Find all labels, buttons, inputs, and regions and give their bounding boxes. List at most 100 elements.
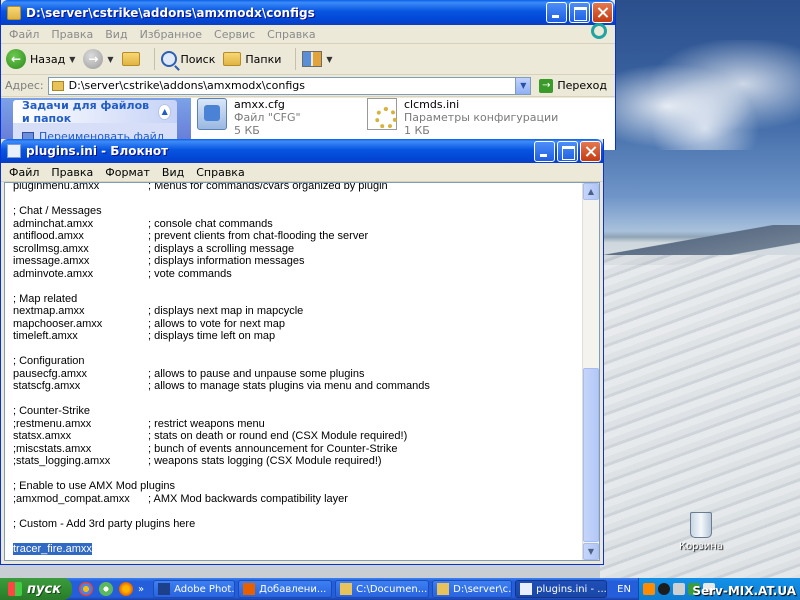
up-folder-button[interactable] [121,52,140,66]
start-button[interactable]: пуск [0,578,72,600]
menu-help[interactable]: Справка [261,28,321,41]
toolbar-separator [295,48,297,70]
folders-label: Папки [245,52,282,66]
folders-button[interactable]: Папки [223,52,281,66]
text-line: statscfg.amxx ; allows to manage stats pl… [13,380,583,393]
chevron-up-icon[interactable]: ▲ [158,103,171,120]
line-comment: ; allows to manage stats plugins via men… [148,380,430,392]
text-line: ; Custom - Add 3rd party plugins here [13,518,583,531]
line-comment: ; Menus for commands/cvars organized by … [148,182,388,192]
explorer-titlebar[interactable]: D:\server\cstrike\addons\amxmodx\configs [1,0,615,25]
text-line [13,280,583,293]
folders-icon [223,52,242,66]
address-input[interactable]: D:\server\cstrike\addons\amxmodx\configs… [47,76,532,95]
search-button[interactable]: Поиск [160,51,216,67]
ini-settings-icon [367,98,397,130]
menu-favorites[interactable]: Избранное [134,28,208,41]
menu-view[interactable]: Вид [99,28,133,41]
file-item-amxx-cfg[interactable]: amxx.cfg Файл "CFG" 5 КБ [197,98,301,137]
line-code: ;stats_logging.amxx [13,455,111,467]
folder-icon [340,583,353,595]
text-line: statsx.amxx ; stats on death or round end… [13,430,583,443]
line-code: tracer_fire.amxx [13,542,92,555]
windows-logo-icon [591,23,607,39]
menu-file[interactable]: Файл [3,166,45,179]
text-line: ;miscstats.amxx ; bunch of events announc… [13,443,583,456]
views-dropdown-icon[interactable]: ▼ [326,55,332,64]
menu-edit[interactable]: Правка [45,28,99,41]
taskbar-buttons: Adobe Phot... Добавлени... C:\Documen... D:… [150,580,608,598]
address-folder-icon [51,80,64,91]
menu-view[interactable]: Вид [156,166,190,179]
text-editor[interactable]: pluginmenu.amxx ; Menus for commands/cvar… [4,182,600,561]
chrome-icon[interactable] [79,582,93,596]
taskbar-button[interactable]: Добавлени... [238,580,333,598]
menu-file[interactable]: Файл [3,28,45,41]
forward-button[interactable]: → ▼ [83,49,114,69]
text-line [13,505,583,518]
explorer-window: D:\server\cstrike\addons\amxmodx\configs… [0,0,616,150]
minimize-button[interactable] [546,2,567,23]
line-code: ; Map related [13,292,78,305]
menu-format[interactable]: Формат [99,166,156,179]
text-line: ; Enable to use AMX Mod plugins [13,480,583,493]
notepad-titlebar[interactable]: plugins.ini - Блокнот [1,139,603,163]
scroll-up-icon[interactable]: ▲ [583,183,599,200]
taskbar-button-label: plugins.ini - ... [536,583,607,595]
maximize-button[interactable] [557,140,578,162]
icq-icon[interactable] [99,582,113,596]
line-comment: ; allows to vote for next map [148,317,285,330]
vertical-scrollbar[interactable]: ▲ ▼ [582,183,599,560]
notepad-window: plugins.ini - Блокнот Файл Правка Формат… [0,139,604,565]
windows-flag-icon [8,582,22,596]
go-button[interactable]: → Переход [535,78,611,93]
close-button[interactable] [580,140,601,162]
network-icon[interactable] [673,583,685,595]
line-code: scrollmsg.amxx [13,242,89,255]
address-label: Адрес: [5,79,44,92]
steam-icon[interactable] [658,583,670,595]
media-player-icon[interactable] [643,583,655,595]
back-dropdown-icon[interactable]: ▼ [69,55,75,64]
file-tasks-header[interactable]: Задачи для файлов и папок ▲ [13,98,177,125]
language-indicator[interactable]: EN [617,584,631,595]
file-item-clcmds-ini[interactable]: clcmds.ini Параметры конфигурации 1 КБ [367,98,558,137]
maximize-button[interactable] [569,2,590,23]
taskbar-button[interactable]: C:\Documen... [335,580,430,598]
explorer-title: D:\server\cstrike\addons\amxmodx\configs [26,5,315,20]
back-button[interactable]: ← Назад ▼ [6,49,75,69]
search-icon [160,51,177,67]
menu-tools[interactable]: Сервис [208,28,261,41]
search-label: Поиск [180,52,216,66]
scroll-thumb[interactable] [583,368,599,542]
minimize-button[interactable] [534,140,555,162]
editor-lines: pluginmenu.amxx ; Menus for commands/cvar… [13,182,583,555]
toolbar-separator [153,48,155,70]
scroll-down-icon[interactable]: ▼ [583,543,599,560]
text-line [13,343,583,356]
address-dropdown-icon[interactable]: ▼ [515,77,531,94]
text-line [13,393,583,406]
text-line: tracer_fire.amxx [13,542,583,555]
text-line: adminvote.amxx ; vote commands [13,268,583,281]
text-line: scrollmsg.amxx ; displays a scrolling mes… [13,243,583,256]
file-name: clcmds.ini [404,98,460,111]
taskbar-button[interactable]: D:\server\c... [432,580,513,598]
recycle-bin[interactable]: Корзина [676,512,726,552]
views-button[interactable]: ▼ [302,51,333,67]
close-button[interactable] [592,2,613,23]
forward-dropdown-icon[interactable]: ▼ [107,55,113,64]
text-line: ; Counter-Strike [13,405,583,418]
text-line: timeleft.amxx ; displays time left on map [13,330,583,343]
file-tasks-title: Задачи для файлов и папок [22,98,150,125]
menu-edit[interactable]: Правка [45,166,99,179]
more-chevron-icon[interactable]: » [138,584,144,595]
line-comment: ; prevent clients from chat-flooding the… [148,230,369,242]
taskbar-button[interactable]: Adobe Phot... [153,580,236,598]
line-code: antiflood.amxx [13,230,84,242]
taskbar-button[interactable]: plugins.ini - ... [515,580,608,598]
menu-help[interactable]: Справка [190,166,250,179]
firefox-icon[interactable] [119,582,133,596]
folder-icon [7,5,21,20]
text-line: pausecfg.amxx ; allows to pause and unpau… [13,368,583,381]
